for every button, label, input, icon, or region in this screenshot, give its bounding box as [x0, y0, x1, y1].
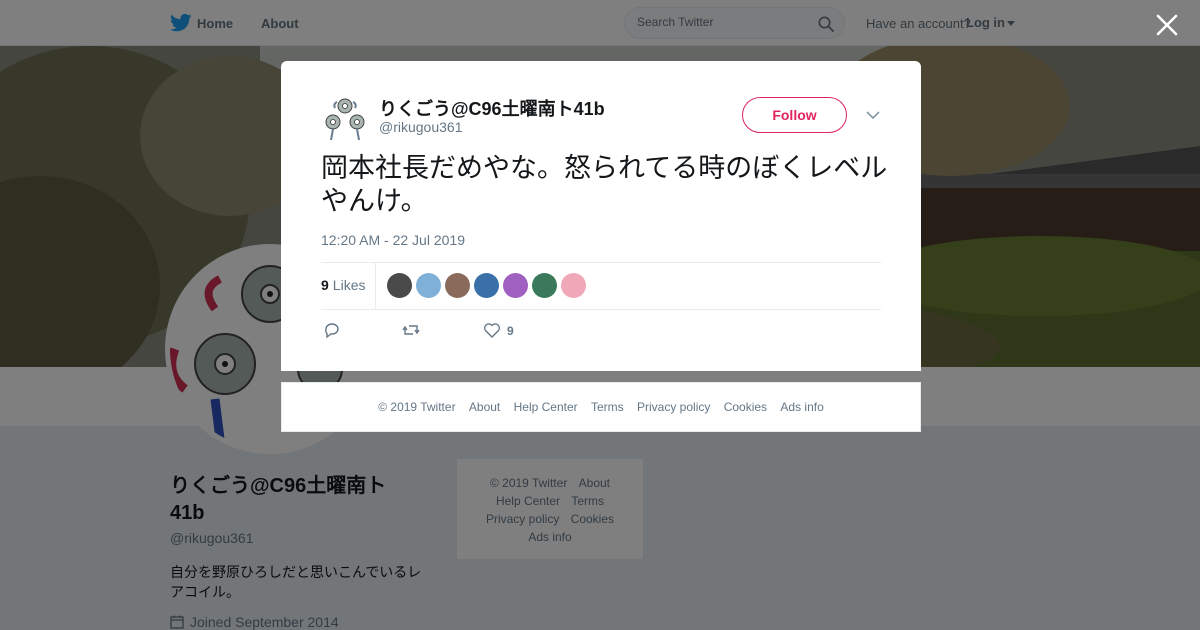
reply-action[interactable] [323, 321, 341, 341]
divider [321, 262, 881, 263]
liker-avatar[interactable] [532, 273, 557, 298]
liker-avatar[interactable] [561, 273, 586, 298]
footer-copyright: © 2019 Twitter [378, 400, 456, 414]
footer-cookies-link[interactable]: Cookies [724, 400, 767, 414]
liker-avatar[interactable] [445, 273, 470, 298]
divider [375, 262, 376, 310]
author-avatar[interactable] [321, 94, 369, 142]
likes-label: Likes [332, 277, 366, 293]
like-action-count: 9 [507, 324, 514, 338]
chevron-down-icon[interactable] [866, 110, 880, 120]
tweet-author-name[interactable]: りくごう@C96土曜南ト41b [379, 95, 605, 121]
retweet-action[interactable] [402, 321, 420, 341]
likes-count[interactable]: 9 Likes [321, 277, 365, 293]
tweet-modal: りくごう@C96土曜南ト41b @rikugou361 Follow 岡本社長だ… [281, 61, 921, 371]
liker-avatar[interactable] [387, 273, 412, 298]
heart-icon[interactable] [483, 321, 501, 339]
footer-about-link[interactable]: About [469, 400, 500, 414]
footer-terms-link[interactable]: Terms [591, 400, 624, 414]
like-action[interactable]: 9 [483, 321, 514, 341]
liker-avatar[interactable] [474, 273, 499, 298]
tweet-author-handle[interactable]: @rikugou361 [379, 119, 463, 135]
footer-help-link[interactable]: Help Center [514, 400, 578, 414]
retweet-icon[interactable] [402, 321, 420, 339]
reply-icon[interactable] [323, 321, 341, 339]
likes-number: 9 [321, 277, 329, 293]
tweet-timestamp[interactable]: 12:20 AM - 22 Jul 2019 [321, 232, 465, 248]
liker-avatar[interactable] [416, 273, 441, 298]
follow-button[interactable]: Follow [742, 97, 847, 133]
tweet-text: 岡本社長だめやな。怒られてる時のぼくレベルやんけ。 [321, 153, 888, 216]
close-icon[interactable] [1154, 12, 1180, 38]
liker-avatar[interactable] [503, 273, 528, 298]
footer-ads-link[interactable]: Ads info [780, 400, 823, 414]
divider [321, 309, 881, 310]
footer-privacy-link[interactable]: Privacy policy [637, 400, 710, 414]
liker-avatars [387, 273, 590, 299]
modal-footer: © 2019 Twitter About Help Center Terms P… [281, 382, 921, 432]
